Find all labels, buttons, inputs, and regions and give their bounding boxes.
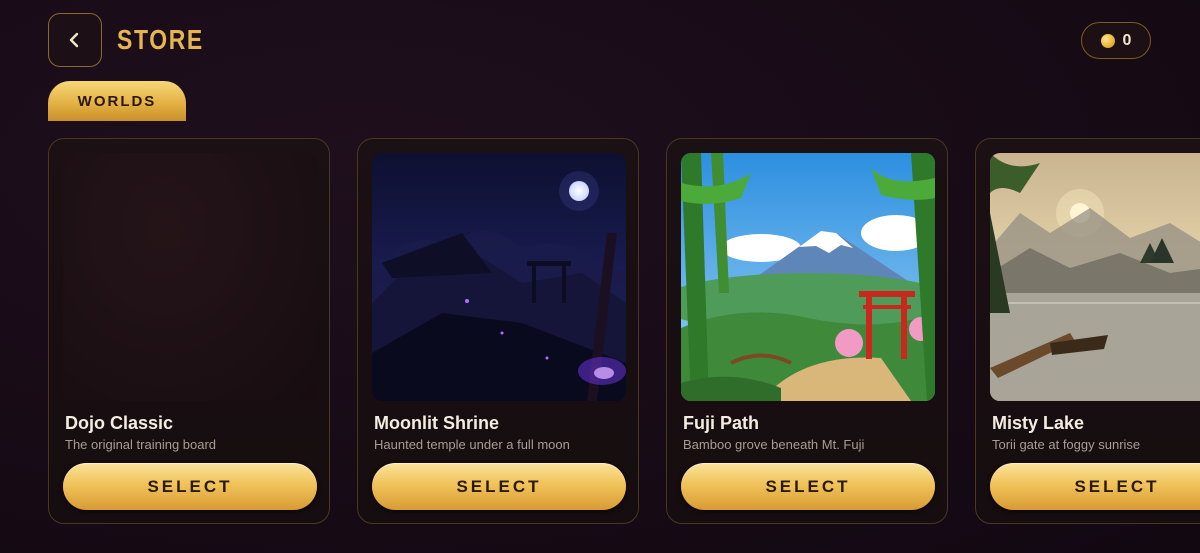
- world-description: The original training board: [65, 437, 217, 452]
- world-card-dojo-classic: Dojo Classic The original training board…: [48, 138, 330, 524]
- world-thumbnail: [372, 153, 626, 401]
- coin-balance[interactable]: 0: [1081, 22, 1151, 59]
- select-button[interactable]: SELECT: [63, 463, 317, 510]
- world-name: Dojo Classic: [65, 413, 174, 433]
- world-description: Bamboo grove beneath Mt. Fuji: [683, 437, 865, 452]
- world-description: Haunted temple under a full moon: [374, 437, 570, 452]
- page-title: STORE: [117, 24, 204, 55]
- world-card-misty-lake: Misty Lake Torii gate at foggy sunrise S…: [975, 138, 1200, 524]
- world-name: Misty Lake: [992, 413, 1085, 433]
- world-thumbnail: [63, 153, 317, 401]
- select-button[interactable]: SELECT: [372, 463, 626, 510]
- back-button[interactable]: [48, 13, 102, 67]
- world-name: Fuji Path: [683, 413, 759, 433]
- coin-icon: [1100, 33, 1115, 48]
- world-card-fuji-path: Fuji Path Bamboo grove beneath Mt. Fuji …: [666, 138, 948, 524]
- world-thumbnail: [990, 153, 1200, 401]
- tab-worlds[interactable]: WORLDS: [48, 81, 186, 121]
- world-card-moonlit-shrine: Moonlit Shrine Haunted temple under a fu…: [357, 138, 639, 524]
- world-name: Moonlit Shrine: [374, 413, 499, 433]
- coin-count: 0: [1122, 31, 1132, 49]
- world-thumbnail: [681, 153, 935, 401]
- select-button[interactable]: SELECT: [681, 463, 935, 510]
- chevron-left-icon: [69, 32, 79, 48]
- world-description: Torii gate at foggy sunrise: [992, 437, 1141, 452]
- select-button[interactable]: SELECT: [990, 463, 1200, 510]
